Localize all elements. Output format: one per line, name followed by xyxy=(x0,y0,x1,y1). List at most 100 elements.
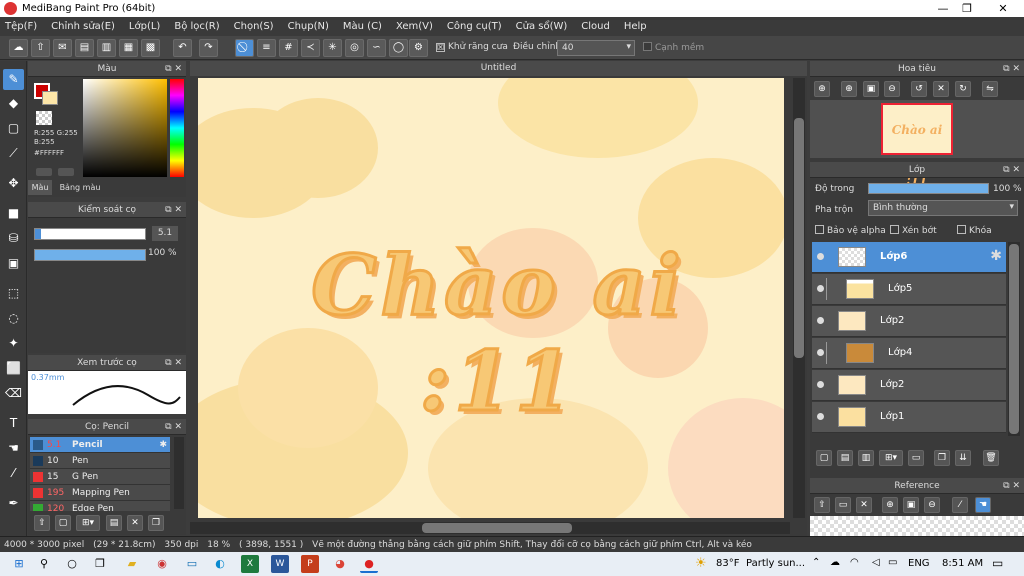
add-brush-menu-icon[interactable]: ⊞▾ xyxy=(76,515,100,531)
transparent-color-swatch[interactable] xyxy=(36,111,52,125)
weather-text[interactable]: Partly sun... xyxy=(746,558,805,569)
tab-palette[interactable]: Bảng màu xyxy=(56,180,104,195)
monitor-app-icon[interactable]: ▭ xyxy=(183,555,201,573)
rotate-right-icon[interactable]: ↻ xyxy=(955,81,971,97)
menu-file[interactable]: Tệp(F) xyxy=(5,21,37,32)
edge-browser-icon[interactable]: ◐ xyxy=(211,555,229,573)
open-folder-icon[interactable]: ▭ xyxy=(835,497,851,513)
clock-time[interactable]: 8:51 AM xyxy=(942,558,983,569)
eye-icon[interactable] xyxy=(817,317,824,324)
medibang-taskbar-icon[interactable]: ● xyxy=(360,555,378,573)
saturation-value-picker[interactable] xyxy=(83,79,167,177)
rotate-left-icon[interactable]: ↺ xyxy=(911,81,927,97)
gear-icon[interactable]: ✱ xyxy=(990,248,1002,264)
new-brush-icon[interactable]: ▢ xyxy=(55,515,71,531)
rect-shape-tool-icon[interactable]: ▢ xyxy=(3,118,24,139)
new-color-layer-icon[interactable]: ▤ xyxy=(837,450,853,466)
flip-icon[interactable]: ⇋ xyxy=(982,81,998,97)
eye-icon[interactable] xyxy=(817,285,824,292)
protect-alpha-checkbox[interactable] xyxy=(815,225,824,234)
brush-settings-icon[interactable]: ▤ xyxy=(106,515,122,531)
radial-snap-icon[interactable]: ✳ xyxy=(323,39,342,57)
eyedropper-option-button[interactable] xyxy=(58,168,74,176)
parallel-snap-icon[interactable]: ≡ xyxy=(257,39,276,57)
layer-row-lop2[interactable]: Lớp2 xyxy=(812,306,1006,337)
brush-tool-icon[interactable]: ✎ xyxy=(3,69,24,90)
curve-snap-icon[interactable]: ∽ xyxy=(367,39,386,57)
upload-icon[interactable]: ⇧ xyxy=(31,39,50,57)
bucket-tool-icon[interactable]: ⛁ xyxy=(3,228,24,249)
select-tool-icon[interactable]: ⬚ xyxy=(3,283,24,304)
layer-panel-close-icon[interactable]: ⧉ ✕ xyxy=(1003,162,1020,178)
ellipse-snap-icon[interactable]: ◯ xyxy=(389,39,408,57)
language-indicator[interactable]: ENG xyxy=(908,558,930,569)
canvas-horizontal-scrollbar[interactable] xyxy=(190,522,790,534)
detach-icon[interactable]: ⧉ xyxy=(165,64,171,74)
menu-snap[interactable]: Chụp(N) xyxy=(288,21,329,32)
task-view-icon[interactable]: ❐ xyxy=(91,555,109,573)
zoom-in-2-icon[interactable]: ⊕ xyxy=(841,81,857,97)
excel-icon[interactable]: X xyxy=(241,555,259,573)
menu-select[interactable]: Chọn(S) xyxy=(234,21,274,32)
menu-tools[interactable]: Công cụ(T) xyxy=(447,21,502,32)
vertical-scroll-thumb[interactable] xyxy=(794,118,804,358)
pages-icon[interactable]: ▦ xyxy=(119,39,138,57)
background-color-swatch[interactable] xyxy=(42,91,58,105)
antialias-checkbox[interactable]: ☒ xyxy=(436,43,445,52)
cloud-icon[interactable]: ☁ xyxy=(9,39,28,57)
lock-checkbox[interactable] xyxy=(957,225,966,234)
delete-brush-icon[interactable]: ✕ xyxy=(127,515,143,531)
menu-filter[interactable]: Bộ lọc(R) xyxy=(174,21,219,32)
weather-temp[interactable]: 83°F xyxy=(716,558,739,569)
cloud-brush-icon[interactable]: ⇧ xyxy=(34,515,50,531)
network-icon[interactable]: ☁ xyxy=(830,557,840,568)
weather-icon[interactable]: ☀ xyxy=(695,556,707,571)
app-icon-red[interactable]: ◉ xyxy=(153,555,171,573)
brush-item-pen[interactable]: 10 Pen xyxy=(30,453,170,469)
text-tool-icon[interactable]: T xyxy=(3,413,24,434)
soft-edge-checkbox[interactable] xyxy=(643,42,652,51)
layer-row-lop5[interactable]: Lớp5 xyxy=(812,274,1006,305)
color-option-button[interactable] xyxy=(36,168,52,176)
eye-icon[interactable] xyxy=(817,253,824,260)
eyedropper-tool-icon[interactable]: ⁄ xyxy=(3,463,24,484)
menu-view[interactable]: Xem(V) xyxy=(396,21,433,32)
comment-icon[interactable]: ✉ xyxy=(53,39,72,57)
circle-snap-icon[interactable]: ◎ xyxy=(345,39,364,57)
page-icon[interactable]: ▥ xyxy=(97,39,116,57)
drawing-canvas[interactable]: Chào ai :11 xyxy=(198,78,784,518)
hand-tool-icon[interactable]: ☚ xyxy=(3,438,24,459)
hue-slider[interactable] xyxy=(170,79,184,177)
layer-list-scrollbar[interactable] xyxy=(1008,242,1020,436)
canvas-vertical-scrollbar[interactable] xyxy=(793,78,805,518)
menu-cloud[interactable]: Cloud xyxy=(581,21,610,32)
brush-list-scrollbar[interactable] xyxy=(174,437,184,509)
lasso-tool-icon[interactable]: ◌ xyxy=(3,308,24,329)
fit-icon[interactable]: ▣ xyxy=(903,497,919,513)
battery-icon[interactable]: ▭ xyxy=(888,557,897,568)
eye-icon[interactable] xyxy=(817,381,824,388)
chat-icon[interactable]: ▤ xyxy=(75,39,94,57)
cross-snap-icon[interactable]: # xyxy=(279,39,298,57)
new-halftone-layer-icon[interactable]: ▥ xyxy=(858,450,874,466)
no-snap-icon[interactable]: ⃠ xyxy=(235,39,254,57)
brush-size-value[interactable]: 5.1 xyxy=(152,226,178,241)
zoom-in-icon[interactable]: ⊕ xyxy=(882,497,898,513)
magic-wand-tool-icon[interactable]: ✦ xyxy=(3,333,24,354)
hand-icon[interactable]: ☚ xyxy=(975,497,991,513)
zoom-out-icon[interactable]: ⊖ xyxy=(924,497,940,513)
eye-icon[interactable] xyxy=(817,349,824,356)
brush-item-edge-pen[interactable]: 120 Edge Pen xyxy=(30,501,170,511)
blend-mode-select[interactable]: Bình thường ▾ xyxy=(868,200,1018,216)
chrome-icon[interactable]: ◕ xyxy=(331,555,349,573)
brush-item-pencil[interactable]: 5.1 Pencil ✱ xyxy=(30,437,170,453)
powerpoint-icon[interactable]: P xyxy=(301,555,319,573)
grid-icon[interactable]: ▩ xyxy=(141,39,160,57)
fullscreen-icon[interactable]: ✕ xyxy=(933,81,949,97)
cloud-reference-icon[interactable]: ⇧ xyxy=(814,497,830,513)
fit-icon[interactable]: ▣ xyxy=(863,81,879,97)
brush-control-close-icon[interactable]: ⧉ ✕ xyxy=(165,202,182,218)
menu-window[interactable]: Cửa sổ(W) xyxy=(516,21,568,32)
folder-icon[interactable]: ▭ xyxy=(908,450,924,466)
brush-preview-close-icon[interactable]: ⧉ ✕ xyxy=(165,355,182,371)
